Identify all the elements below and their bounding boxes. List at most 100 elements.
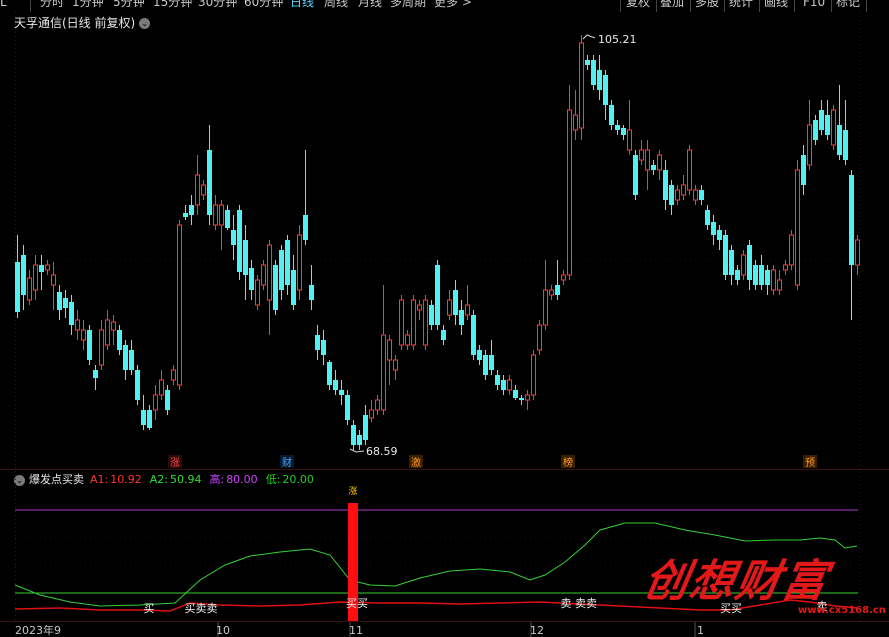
x-tick-label: 12 [530, 624, 544, 637]
candle-down [279, 245, 284, 300]
high-price-label: 105.21 [598, 33, 637, 46]
candle-up [807, 100, 812, 170]
candle-down [489, 340, 494, 375]
candle-down [87, 325, 92, 365]
candle-up [789, 230, 794, 270]
candle-down [519, 395, 524, 405]
candle-up [201, 180, 206, 200]
candle-up [399, 295, 404, 350]
candle-up [645, 140, 650, 190]
event-tag-财[interactable]: 财 [282, 456, 292, 469]
candle-up [75, 310, 80, 340]
candle-down [555, 260, 560, 300]
candle-down [441, 325, 446, 345]
candle-down [273, 260, 278, 315]
candle-up [297, 225, 302, 300]
candle-down [315, 325, 320, 360]
candle-up [267, 240, 272, 335]
candlesticks [15, 35, 860, 450]
candle-down [759, 255, 764, 290]
candle-down [717, 225, 722, 250]
candle-up [261, 260, 266, 290]
x-axis: 2023年9 10 11 12 1 [0, 621, 889, 637]
candle-down [735, 265, 740, 285]
candle-down [225, 205, 230, 230]
low-price-marker: 68.59 [349, 445, 398, 458]
candle-down [303, 150, 308, 245]
candle-up [423, 295, 428, 350]
candle-down [801, 145, 806, 195]
candle-down [669, 180, 674, 215]
candle-up [33, 255, 38, 300]
event-tag-榜[interactable]: 榜 [563, 456, 573, 469]
burst-signal-label: 涨 [348, 486, 357, 497]
candle-up [411, 295, 416, 350]
candle-up [777, 270, 782, 295]
candle-down [513, 385, 518, 400]
x-tick-label: 2023年9 [15, 623, 61, 637]
candle-down [765, 265, 770, 295]
event-tags: 涨 财 激 榜 预 [168, 455, 817, 469]
signal-sell-label: 卖卖 [575, 597, 597, 610]
candle-down [459, 300, 464, 335]
candle-down [21, 245, 26, 310]
signal-buy-label: 买 [144, 602, 155, 615]
candle-down [621, 125, 626, 140]
candle-up [381, 285, 386, 415]
candle-down [747, 240, 752, 290]
candle-up [855, 235, 860, 275]
candle-down [825, 100, 830, 140]
candle-up [627, 100, 632, 155]
candle-up [177, 220, 182, 390]
candle-down [69, 295, 74, 335]
candle-down [63, 290, 68, 318]
candle-down [327, 360, 332, 390]
candle-down [849, 170, 854, 320]
candle-down [333, 370, 338, 395]
x-tick-label: 11 [349, 624, 363, 637]
candle-down [183, 205, 188, 220]
candle-down [165, 385, 170, 415]
candle-up [159, 370, 164, 400]
candle-down [705, 205, 710, 230]
x-tick-label: 10 [216, 624, 230, 637]
candle-up [771, 265, 776, 295]
candle-up [105, 310, 110, 350]
candle-up [795, 160, 800, 290]
candle-down [813, 115, 818, 145]
candle-down [237, 205, 242, 280]
kline-chart[interactable]: 105.21 68.59 涨 财 激 榜 预 涨 买 买卖卖 买买 卖 卖卖 买… [0, 0, 889, 637]
candle-down [711, 215, 716, 245]
low-price-label: 68.59 [366, 445, 398, 458]
candle-down [591, 55, 596, 90]
candle-down [345, 390, 350, 425]
candle-down [39, 255, 44, 290]
candle-down [651, 160, 656, 175]
candle-down [15, 235, 20, 318]
event-tag-涨[interactable]: 涨 [170, 457, 180, 469]
candle-down [339, 380, 344, 405]
candle-up [171, 365, 176, 385]
signal-buy-label: 买买 [346, 597, 368, 610]
candle-down [435, 260, 440, 330]
candle-down [57, 285, 62, 320]
candle-down [723, 230, 728, 280]
watermark-url: www.cx5168.cn [798, 605, 886, 616]
candle-up [27, 270, 32, 305]
candle-down [147, 405, 152, 430]
candle-down [615, 120, 620, 135]
candle-up [417, 300, 422, 320]
event-tag-激[interactable]: 激 [411, 456, 421, 469]
candle-down [819, 100, 824, 135]
candle-down [837, 85, 842, 160]
candle-up [741, 250, 746, 280]
candle-up [543, 260, 548, 330]
candle-up [393, 355, 398, 380]
candle-down [471, 310, 476, 360]
candle-down [585, 55, 590, 70]
candle-up [81, 320, 86, 350]
candle-up [405, 330, 410, 350]
event-tag-预[interactable]: 预 [805, 457, 815, 469]
candle-down [123, 340, 128, 380]
candle-up [195, 155, 200, 215]
